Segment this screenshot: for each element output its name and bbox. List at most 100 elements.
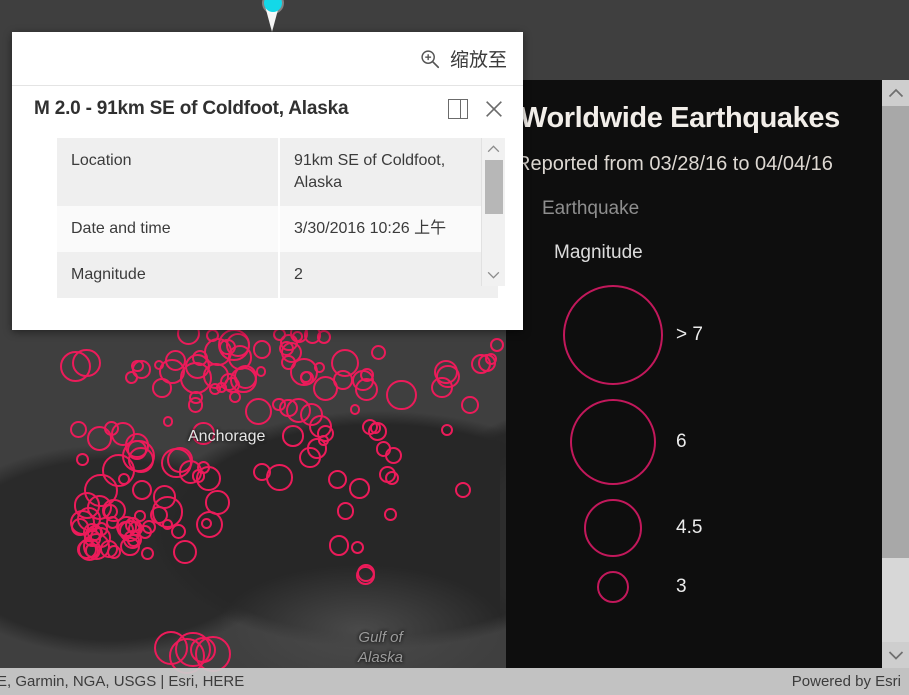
earthquake-circle[interactable] [191,349,209,367]
earthquake-circle[interactable] [192,422,215,445]
dock-panel-button[interactable] [445,96,471,122]
legend-panel: Worldwide Earthquakes Reported from 03/2… [506,80,882,668]
popup-scroll-track[interactable] [482,160,506,264]
panel-scroll-down-button[interactable] [882,642,909,668]
popup-scroll-down-button[interactable] [482,264,506,286]
popup-scroll-up-button[interactable] [482,138,506,160]
earthquake-circle[interactable] [455,482,471,498]
earthquake-circle[interactable] [386,379,417,411]
attribute-key: Magnitude [57,252,279,298]
earthquake-circle[interactable] [72,348,101,378]
earthquake-circle[interactable] [385,471,399,485]
attribute-row: Location 91km SE of Coldfoot, Alaska [57,138,498,206]
earthquake-circle[interactable] [282,425,304,447]
earthquake-circle[interactable] [280,341,302,363]
earthquake-circle[interactable] [349,477,371,499]
earthquake-circle[interactable] [384,508,397,521]
earthquake-circle[interactable] [349,403,361,415]
earthquake-circle[interactable] [154,631,188,665]
legend-item: 6 [506,392,882,492]
earthquake-circle[interactable] [328,535,350,556]
earthquake-circle[interactable] [441,424,453,436]
earthquake-circle[interactable] [205,490,230,515]
legend-item: 3 [506,564,882,610]
earthquake-circle[interactable] [478,354,496,372]
earthquake-circle[interactable] [205,328,219,342]
earthquake-circle[interactable] [86,425,113,451]
legend-symbol-label: 3 [676,576,687,597]
popup-action-bar: 缩放至 [12,32,523,86]
earthquake-circle[interactable] [90,527,111,548]
earthquake-circle[interactable] [128,447,154,473]
chevron-down-icon [888,651,903,660]
panel-scroll-track[interactable] [882,106,909,642]
earthquake-circle[interactable] [69,421,87,439]
feature-popup: 缩放至 M 2.0 - 91km SE of Coldfoot, Alaska … [12,32,523,330]
popup-scroll-thumb[interactable] [484,160,503,214]
popup-title-bar: M 2.0 - 91km SE of Coldfoot, Alaska [12,86,523,130]
earthquake-circle[interactable] [490,338,504,352]
earthquake-circle[interactable] [253,340,272,359]
close-icon [486,101,502,117]
earthquake-circle[interactable] [159,359,185,385]
earthquake-circle[interactable] [187,397,203,413]
earthquake-circle[interactable] [299,370,312,383]
attribute-value: 3/30/2016 10:26 上午 [278,206,498,252]
earthquake-circle[interactable] [163,416,174,427]
legend-field-name: Magnitude [554,242,643,263]
legend-symbol-circle [563,285,663,385]
earthquake-circle[interactable] [384,447,402,465]
earthquake-circle[interactable] [256,366,267,377]
earthquake-circle[interactable] [191,469,205,483]
chevron-up-icon [888,88,903,98]
popup-title: M 2.0 - 91km SE of Coldfoot, Alaska [34,98,349,119]
earthquake-circle[interactable] [161,518,173,531]
panel-scroll-thumb[interactable] [882,106,909,558]
legend-symbol-label: 6 [676,431,687,452]
legend-layer-name: Earthquake [542,198,640,219]
chevron-up-icon [487,145,500,153]
legend-symbol-label: > 7 [676,324,703,345]
panel-title: Worldwide Earthquakes [520,102,840,134]
magnifier-plus-icon [421,49,440,68]
attribute-value: 91km SE of Coldfoot, Alaska [278,138,498,206]
earthquake-circle[interactable] [433,359,458,384]
map-application: Anchorage Gulf of Alaska 缩放至 M 2.0 - 91km … [0,0,909,695]
legend-symbol-list: > 7 6 4.5 3 [506,278,882,610]
panel-scroll-up-button[interactable] [882,80,909,106]
earthquake-circle[interactable] [190,637,216,663]
earthquake-circle[interactable] [226,333,250,357]
earthquake-circle[interactable] [333,369,354,390]
powered-by-esri: Powered by Esri [791,673,901,690]
earthquake-circle[interactable] [272,397,286,411]
earthquake-circle[interactable] [461,396,479,414]
earthquake-circle[interactable] [244,397,272,425]
earthquake-circle[interactable] [357,564,375,582]
dock-panel-icon [448,99,468,119]
earthquake-circle[interactable] [132,360,151,379]
earthquake-circle[interactable] [172,539,197,564]
earthquake-circle[interactable] [360,367,375,382]
earthquake-circle[interactable] [140,547,154,561]
legend-panel-content: Worldwide Earthquakes Reported from 03/2… [506,80,882,610]
attribute-row: Date and time 3/30/2016 10:26 上午 [57,206,498,252]
earthquake-circle[interactable] [370,345,386,361]
attribute-key: Location [57,138,279,206]
legend-item: > 7 [506,278,882,392]
popup-scrollbar[interactable] [481,138,505,286]
chevron-down-icon [487,271,500,279]
attribution-bar: E, Garmin, NGA, USGS | Esri, HERE Powere… [0,668,909,695]
earthquake-circle[interactable] [291,331,303,342]
attribute-key: Date and time [57,206,279,252]
panel-scrollbar[interactable] [882,80,909,668]
zoom-to-label: 缩放至 [449,50,507,71]
earthquake-circle[interactable] [327,470,347,490]
close-popup-button[interactable] [481,96,507,122]
attribute-row: Magnitude 2 [57,252,498,298]
earthquake-circle[interactable] [316,329,331,344]
popup-attribute-area: Location 91km SE of Coldfoot, Alaska Date … [57,138,505,298]
earthquake-circle[interactable] [299,402,323,426]
legend-item: 4.5 [506,492,882,564]
legend-symbol-circle [597,571,629,603]
zoom-to-button[interactable]: 缩放至 [419,45,507,72]
